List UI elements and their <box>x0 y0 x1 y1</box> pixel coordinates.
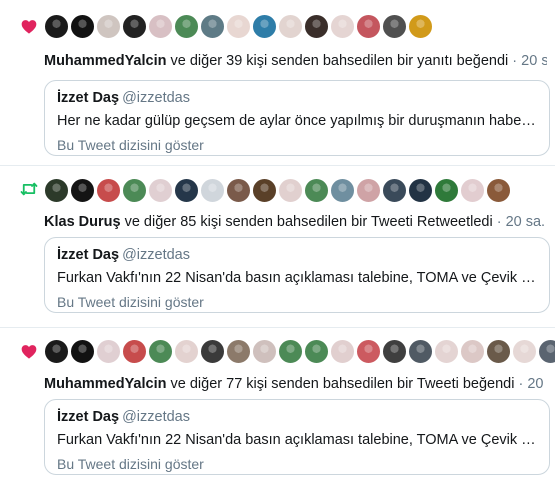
avatar[interactable] <box>200 14 225 39</box>
timestamp: · 20 sa. <box>518 376 547 392</box>
avatar[interactable] <box>304 178 329 203</box>
actor-name-link[interactable]: MuhammedYalcin <box>44 376 166 392</box>
notification-item[interactable]: Klas Duruş ve diğer 85 kişi senden bahse… <box>0 166 555 328</box>
notifications-feed: MuhammedYalcin ve diğer 39 kişi senden b… <box>0 0 555 489</box>
avatar[interactable] <box>252 178 277 203</box>
avatar[interactable] <box>330 178 355 203</box>
avatar[interactable] <box>330 339 355 364</box>
avatar[interactable] <box>460 339 485 364</box>
avatar[interactable] <box>96 178 121 203</box>
avatar[interactable] <box>226 178 251 203</box>
actor-name-link[interactable]: MuhammedYalcin <box>44 53 166 69</box>
mentioned-tweet-card[interactable]: İzzet Daş @izzetdas Furkan Vakfı'nın 22 N… <box>44 399 550 475</box>
show-thread-link[interactable]: Bu Tweet dizisini göster <box>57 293 537 311</box>
avatar[interactable] <box>330 14 355 39</box>
notification-summary: Klas Duruş ve diğer 85 kişi senden bahse… <box>44 213 547 231</box>
avatar[interactable] <box>44 339 69 364</box>
notification-summary: MuhammedYalcin ve diğer 39 kişi senden b… <box>44 52 547 70</box>
avatar[interactable] <box>382 339 407 364</box>
retweet-icon <box>20 180 38 198</box>
tweet-handle: @izzetdas <box>122 247 190 263</box>
avatar[interactable] <box>434 178 459 203</box>
actor-avatars <box>44 14 433 40</box>
avatar[interactable] <box>278 14 303 39</box>
notification-item[interactable]: MuhammedYalcin ve diğer 77 kişi senden b… <box>0 328 555 489</box>
actor-avatars <box>44 178 511 204</box>
notification-item[interactable]: MuhammedYalcin ve diğer 39 kişi senden b… <box>0 0 555 166</box>
avatar[interactable] <box>356 14 381 39</box>
avatar[interactable] <box>408 178 433 203</box>
avatar[interactable] <box>252 339 277 364</box>
tweet-text: Her ne kadar gülüp geçsem de aylar önce … <box>57 113 537 129</box>
avatar[interactable] <box>382 178 407 203</box>
avatar[interactable] <box>70 178 95 203</box>
avatar[interactable] <box>408 14 433 39</box>
tweet-author[interactable]: İzzet Daş <box>57 247 119 263</box>
avatar[interactable] <box>122 14 147 39</box>
show-thread-link[interactable]: Bu Tweet dizisini göster <box>57 455 537 473</box>
tweet-handle: @izzetdas <box>122 90 190 106</box>
notification-summary: MuhammedYalcin ve diğer 77 kişi senden b… <box>44 375 547 393</box>
avatar[interactable] <box>408 339 433 364</box>
avatar[interactable] <box>70 14 95 39</box>
tweet-text: Furkan Vakfı'nın 22 Nisan'da basın açıkl… <box>57 432 537 448</box>
avatar[interactable] <box>174 339 199 364</box>
tweet-author[interactable]: İzzet Daş <box>57 90 119 106</box>
avatar[interactable] <box>96 339 121 364</box>
mentioned-tweet-card[interactable]: İzzet Daş @izzetdas Furkan Vakfı'nın 22 N… <box>44 237 550 313</box>
avatar[interactable] <box>226 14 251 39</box>
heart-icon <box>20 342 38 360</box>
avatar[interactable] <box>460 178 485 203</box>
avatar[interactable] <box>174 178 199 203</box>
avatar[interactable] <box>382 14 407 39</box>
avatar[interactable] <box>148 339 173 364</box>
avatar[interactable] <box>252 14 277 39</box>
timestamp: · 20 sa. <box>492 214 546 230</box>
actor-avatars <box>44 339 555 365</box>
actor-name-link[interactable]: Klas Duruş <box>44 214 121 230</box>
avatar[interactable] <box>304 14 329 39</box>
avatar[interactable] <box>226 339 251 364</box>
avatar[interactable] <box>486 178 511 203</box>
action-text: ve diğer 77 kişi senden bahsedilen bir T… <box>166 376 515 392</box>
avatar[interactable] <box>200 178 225 203</box>
heart-icon <box>20 17 38 35</box>
avatar[interactable] <box>278 178 303 203</box>
action-text: ve diğer 39 kişi senden bahsedilen bir y… <box>166 53 509 69</box>
avatar[interactable] <box>44 178 69 203</box>
show-thread-link[interactable]: Bu Tweet dizisini göster <box>57 136 537 154</box>
avatar[interactable] <box>174 14 199 39</box>
avatar[interactable] <box>122 178 147 203</box>
avatar[interactable] <box>44 14 69 39</box>
avatar[interactable] <box>96 14 121 39</box>
avatar[interactable] <box>278 339 303 364</box>
avatar[interactable] <box>538 339 555 364</box>
tweet-text: Furkan Vakfı'nın 22 Nisan'da basın açıkl… <box>57 270 537 286</box>
avatar[interactable] <box>200 339 225 364</box>
avatar[interactable] <box>122 339 147 364</box>
tweet-handle: @izzetdas <box>122 409 190 425</box>
avatar[interactable] <box>148 14 173 39</box>
avatar[interactable] <box>148 178 173 203</box>
avatar[interactable] <box>356 339 381 364</box>
action-text: ve diğer 85 kişi senden bahsedilen bir T… <box>120 214 493 230</box>
mentioned-tweet-card[interactable]: İzzet Daş @izzetdas Her ne kadar gülüp ge… <box>44 80 550 156</box>
avatar[interactable] <box>304 339 329 364</box>
avatar[interactable] <box>70 339 95 364</box>
avatar[interactable] <box>512 339 537 364</box>
timestamp: · 20 sa. <box>512 53 547 69</box>
avatar[interactable] <box>486 339 511 364</box>
tweet-author[interactable]: İzzet Daş <box>57 409 119 425</box>
avatar[interactable] <box>434 339 459 364</box>
avatar[interactable] <box>356 178 381 203</box>
